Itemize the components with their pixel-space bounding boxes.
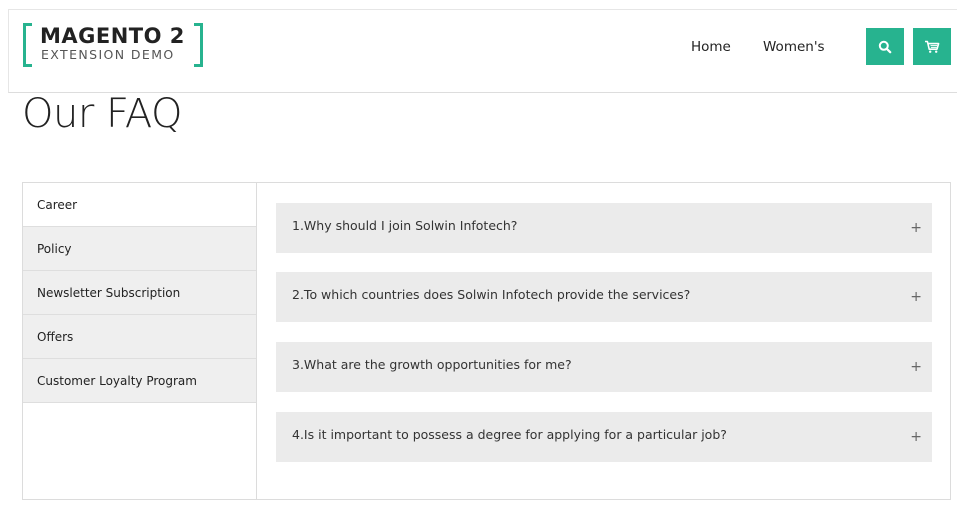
faq-category-customer-loyalty-program[interactable]: Customer Loyalty Program	[23, 359, 256, 403]
faq-question-item[interactable]: 4.Is it important to possess a degree fo…	[276, 412, 932, 462]
faq-question-text: 4.Is it important to possess a degree fo…	[292, 427, 727, 442]
logo-subtitle: EXTENSION DEMO	[41, 47, 175, 62]
search-button[interactable]	[866, 28, 904, 65]
faq-question-item[interactable]: 2.To which countries does Solwin Infotec…	[276, 272, 932, 322]
faq-question-item[interactable]: 1.Why should I join Solwin Infotech? +	[276, 203, 932, 253]
faq-panel: Career Policy Newsletter Subscription Of…	[22, 182, 951, 500]
site-header: MAGENTO 2 EXTENSION DEMO Home Women's	[8, 9, 957, 93]
logo-right-bracket	[194, 23, 203, 67]
faq-category-policy[interactable]: Policy	[23, 227, 256, 271]
cart-button[interactable]	[913, 28, 951, 65]
faq-category-newsletter-subscription[interactable]: Newsletter Subscription	[23, 271, 256, 315]
site-logo[interactable]: MAGENTO 2 EXTENSION DEMO	[23, 23, 203, 67]
cart-icon	[925, 40, 940, 53]
nav-link-womens[interactable]: Women's	[763, 36, 825, 58]
logo-left-bracket	[23, 23, 32, 67]
expand-plus-icon[interactable]: +	[910, 203, 922, 253]
expand-plus-icon[interactable]: +	[910, 412, 922, 462]
faq-category-career[interactable]: Career	[23, 183, 256, 227]
faq-category-list: Career Policy Newsletter Subscription Of…	[23, 183, 257, 499]
faq-question-item[interactable]: 3.What are the growth opportunities for …	[276, 342, 932, 392]
logo-title: MAGENTO 2	[40, 24, 185, 48]
expand-plus-icon[interactable]: +	[910, 342, 922, 392]
nav-link-home[interactable]: Home	[691, 36, 731, 58]
expand-plus-icon[interactable]: +	[910, 272, 922, 322]
faq-question-text: 1.Why should I join Solwin Infotech?	[292, 218, 518, 233]
faq-question-text: 3.What are the growth opportunities for …	[292, 357, 572, 372]
search-icon	[878, 40, 892, 53]
faq-question-text: 2.To which countries does Solwin Infotec…	[292, 287, 691, 302]
faq-category-offers[interactable]: Offers	[23, 315, 256, 359]
page-title: Our FAQ	[22, 91, 182, 137]
